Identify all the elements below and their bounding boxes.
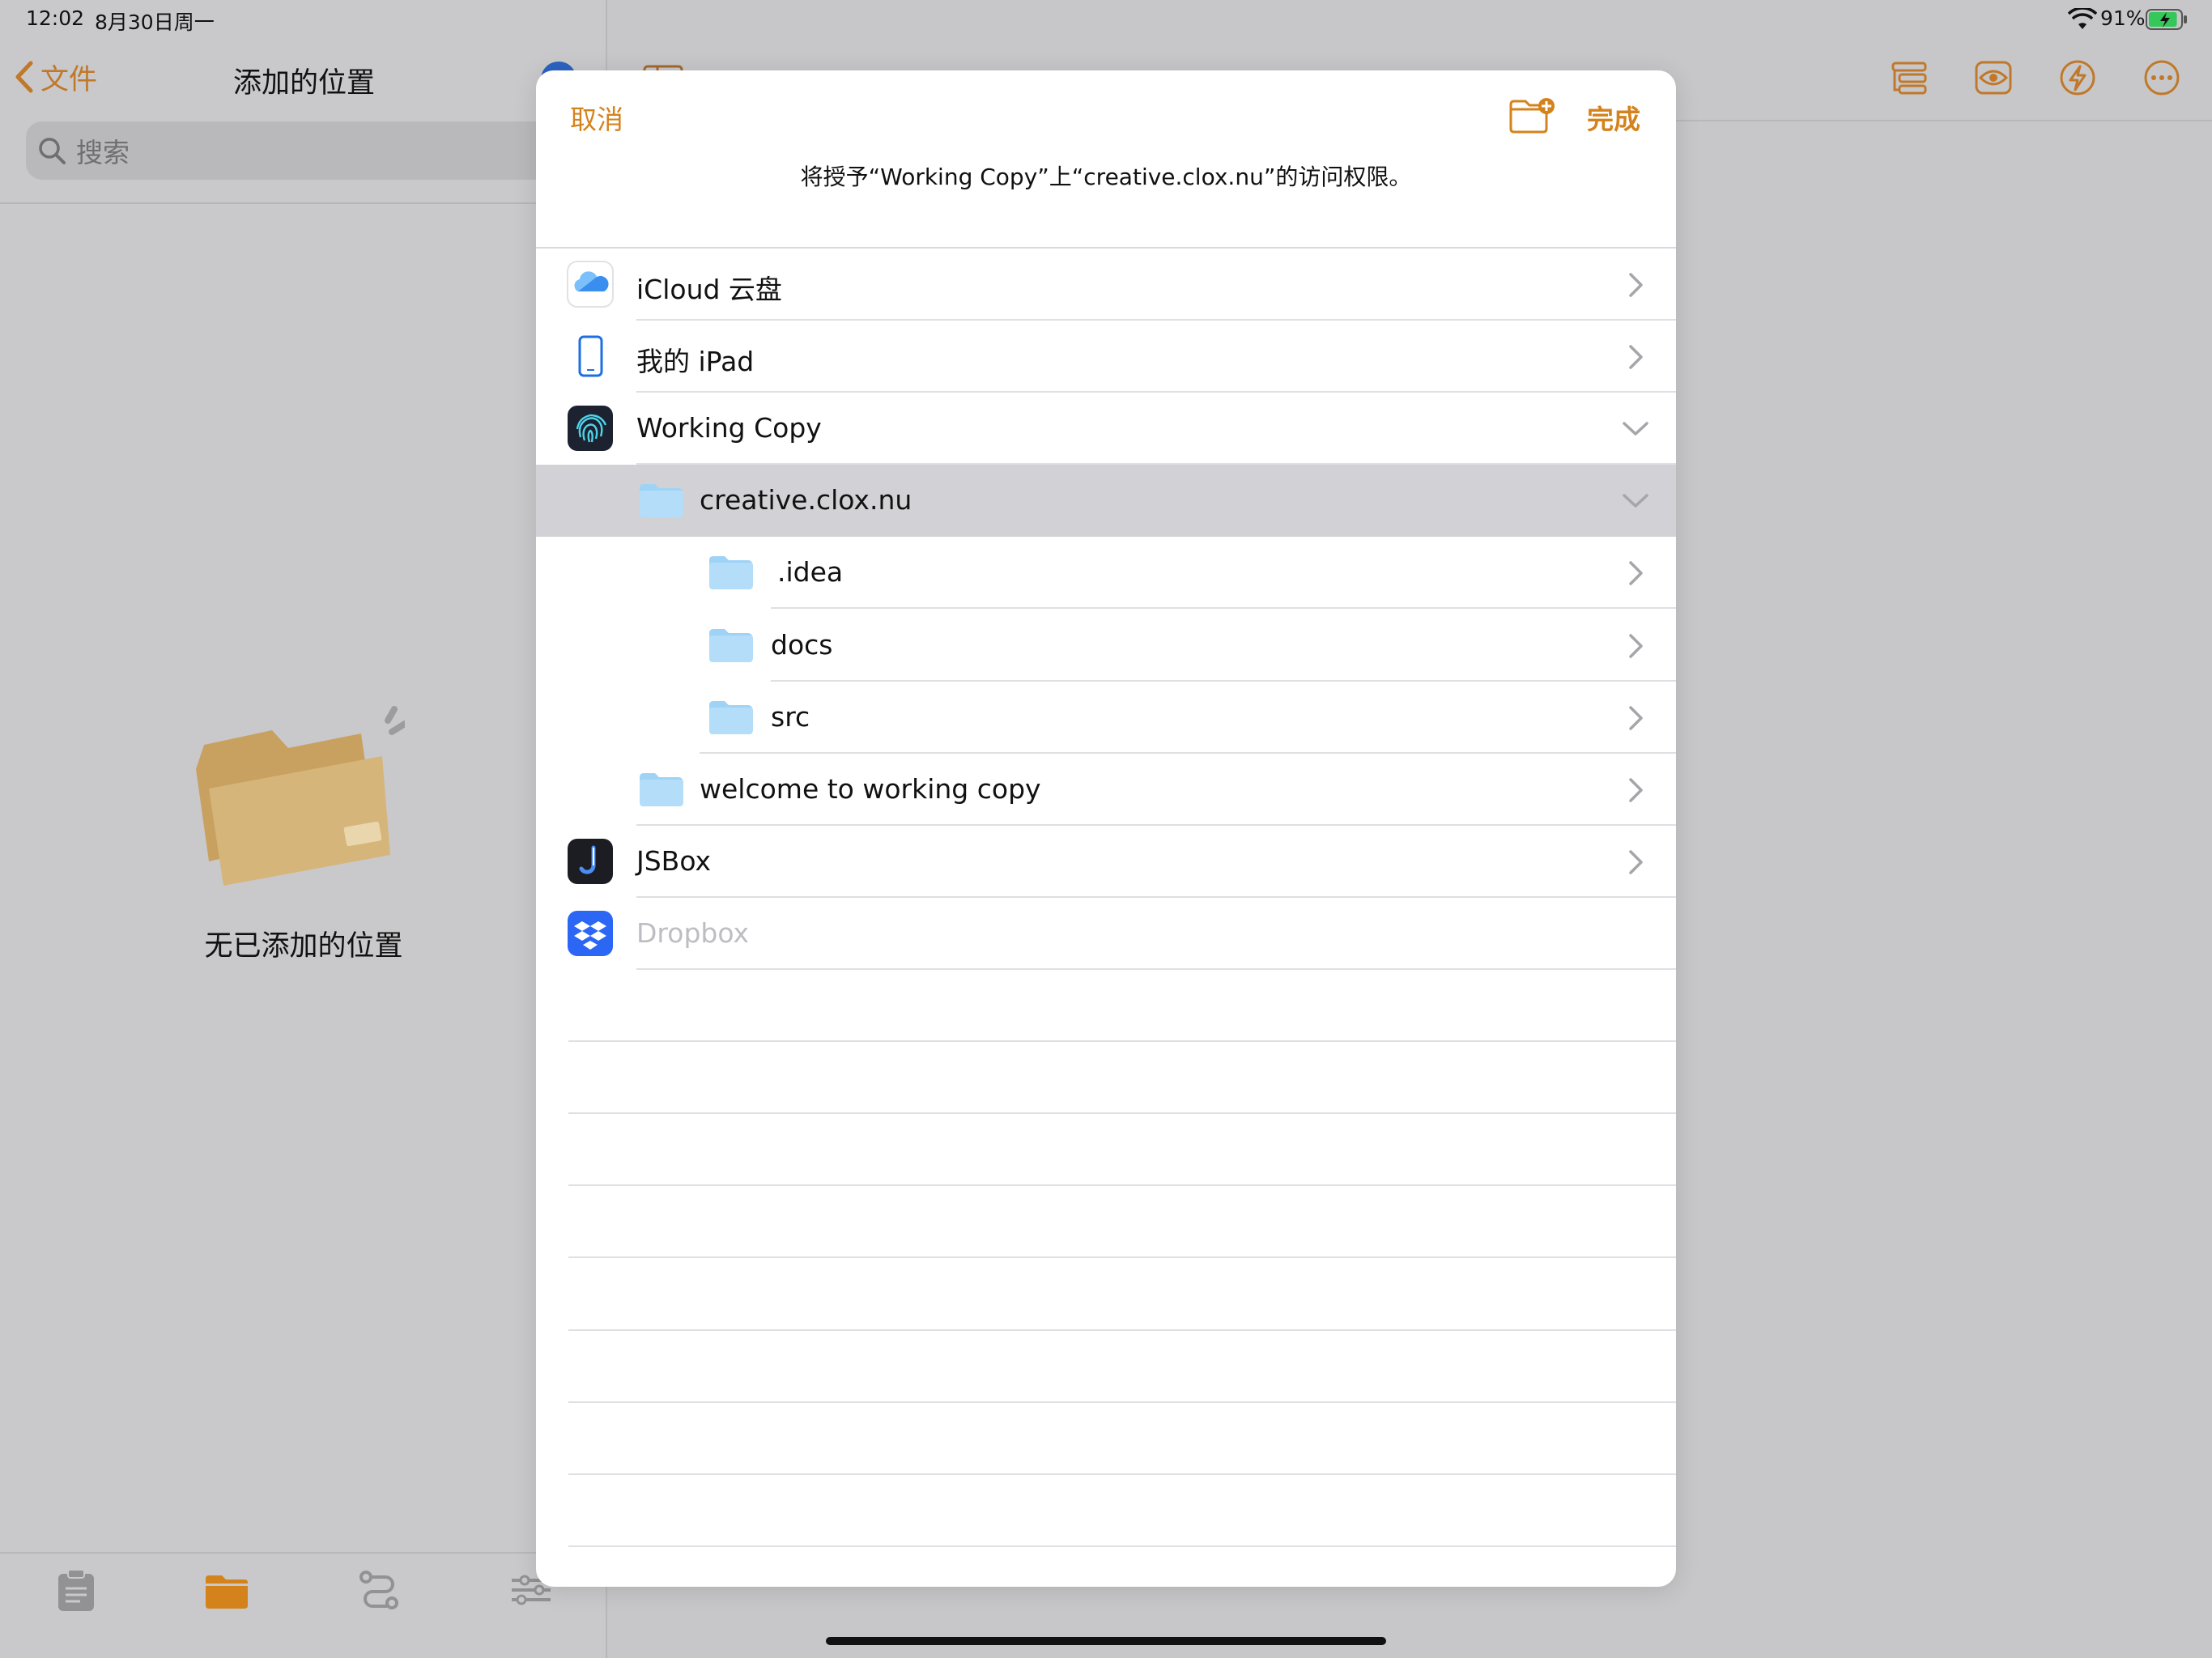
access-prompt: 将授予“Working Copy”上“creative.clox.nu”的访问权…: [800, 164, 1412, 190]
search-field[interactable]: 搜索: [26, 121, 593, 180]
home-indicator[interactable]: [826, 1637, 1386, 1645]
location-row: Dropbox: [536, 898, 1676, 970]
location-label: docs: [771, 628, 833, 661]
chevron-right-icon[interactable]: [1626, 271, 1645, 299]
location-row[interactable]: src: [536, 682, 1676, 754]
folder-icon[interactable]: [204, 1567, 249, 1613]
empty-row-separator: [568, 1184, 1676, 1187]
ipad-icon: [578, 335, 603, 377]
back-button[interactable]: 文件: [13, 57, 97, 97]
location-row[interactable]: docs: [536, 610, 1676, 682]
battery-icon: [2146, 9, 2187, 30]
location-row[interactable]: JSBox: [536, 826, 1676, 898]
folder-icon: [709, 628, 753, 662]
location-label: welcome to working copy: [700, 772, 1041, 805]
empty-row-separator: [568, 1256, 1676, 1259]
outline-list-icon[interactable]: [1890, 58, 1929, 97]
battery-percent: 91%: [2100, 6, 2146, 30]
location-label: .idea: [777, 556, 844, 589]
chevron-right-icon[interactable]: [1626, 704, 1645, 732]
chevron-right-icon[interactable]: [1626, 343, 1645, 371]
location-row[interactable]: 我的 iPad: [536, 321, 1676, 393]
sidebar: 文件 添加的位置 搜索 无已添加的位置: [0, 0, 607, 1658]
lightning-icon[interactable]: [2058, 58, 2097, 97]
empty-folder-illustration: [196, 706, 405, 886]
location-row[interactable]: Working Copy: [536, 393, 1676, 466]
dropbox-app-icon: [568, 910, 613, 956]
cancel-button[interactable]: 取消: [570, 98, 623, 137]
location-row[interactable]: creative.clox.nu: [536, 465, 1676, 538]
status-time: 12:02: [26, 6, 85, 30]
chevron-down-icon[interactable]: [1621, 420, 1650, 438]
new-folder-icon[interactable]: [1508, 96, 1556, 135]
status-date: 8月30日周一: [95, 11, 215, 34]
row-separator: [636, 967, 1676, 970]
empty-row-separator: [568, 1112, 1676, 1115]
folder-icon: [640, 772, 683, 806]
empty-row-separator: [568, 1473, 1676, 1475]
empty-state-text: 无已添加的位置: [204, 930, 403, 963]
done-button[interactable]: 完成: [1587, 98, 1640, 137]
empty-row-separator: [568, 1401, 1676, 1403]
location-row[interactable]: iCloud 云盘: [536, 249, 1676, 321]
location-picker-sheet: 取消 完成 将授予“Working Copy”上“creative.clox.n…: [536, 70, 1676, 1587]
search-placeholder: 搜索: [76, 137, 130, 168]
more-icon[interactable]: [2142, 58, 2181, 97]
chevron-right-icon[interactable]: [1626, 776, 1645, 804]
location-label: iCloud 云盘: [636, 274, 782, 305]
folder-icon: [709, 700, 753, 734]
working-copy-app-icon: [568, 406, 613, 452]
folder-icon: [709, 556, 753, 590]
location-label: src: [771, 700, 810, 733]
location-label: JSBox: [636, 844, 712, 877]
location-row[interactable]: welcome to working copy: [536, 754, 1676, 826]
empty-row-separator: [568, 1329, 1676, 1331]
branch-icon[interactable]: [356, 1567, 402, 1613]
chevron-right-icon[interactable]: [1626, 559, 1645, 587]
chevron-down-icon[interactable]: [1621, 492, 1650, 510]
back-label: 文件: [40, 63, 98, 96]
search-icon: [39, 138, 66, 164]
sidebar-title: 添加的位置: [233, 67, 376, 100]
chevron-left-icon: [15, 61, 33, 93]
chevron-right-icon[interactable]: [1626, 632, 1645, 660]
icloud-icon: [567, 261, 614, 308]
wifi-icon: [2068, 8, 2097, 29]
location-row[interactable]: .idea: [536, 537, 1676, 610]
empty-row-separator: [568, 1545, 1676, 1547]
eye-icon[interactable]: [1974, 58, 2013, 97]
status-bar: 12:02 8月30日周一 91%: [0, 0, 2212, 40]
empty-row-separator: [568, 1040, 1676, 1043]
location-label: 我的 iPad: [636, 346, 755, 378]
location-label: Working Copy: [636, 412, 822, 444]
clipboard-icon[interactable]: [53, 1567, 99, 1613]
location-label: creative.clox.nu: [700, 484, 912, 517]
location-label: Dropbox: [636, 916, 750, 949]
jsbox-app-icon: [568, 838, 613, 884]
chevron-right-icon[interactable]: [1626, 848, 1645, 876]
folder-icon: [640, 484, 683, 518]
